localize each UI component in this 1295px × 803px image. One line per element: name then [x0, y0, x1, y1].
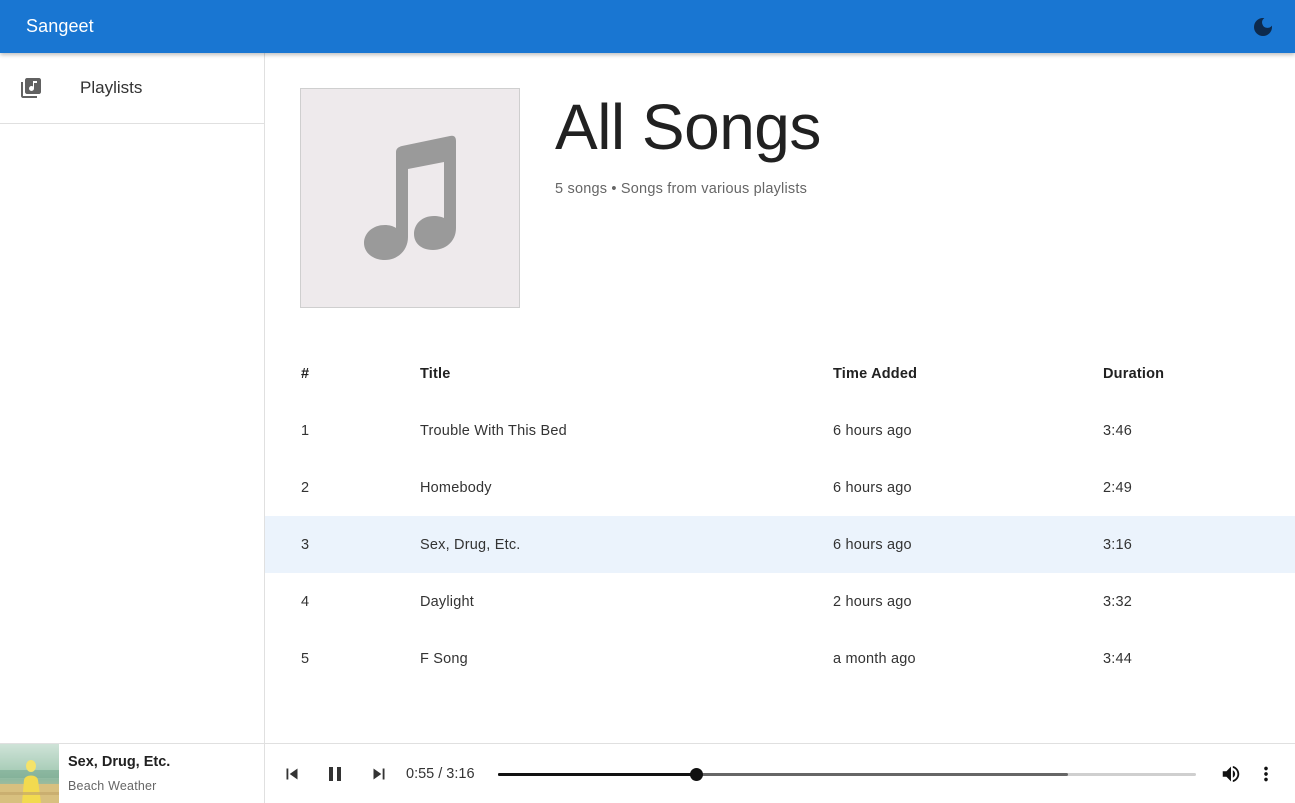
row-number: 2	[301, 479, 310, 496]
library-music-icon	[19, 76, 43, 100]
time-display: 0:55 / 3:16	[406, 766, 475, 782]
row-number: 4	[301, 593, 310, 610]
column-header-title: Title	[420, 365, 451, 382]
row-duration: 3:44	[1103, 650, 1133, 667]
row-number: 1	[301, 422, 310, 439]
music-note-icon	[364, 135, 456, 260]
sidebar-item-playlists[interactable]: Playlists	[0, 53, 264, 124]
row-title: Daylight	[420, 593, 474, 610]
album-art	[0, 744, 59, 803]
sidebar: Playlists	[0, 53, 265, 743]
volume-button[interactable]	[1218, 761, 1244, 787]
seek-thumb[interactable]	[690, 768, 704, 781]
volume-icon	[1222, 765, 1240, 783]
playlist-info: All Songs 5 songs • Songs from various p…	[555, 89, 821, 197]
row-duration: 3:16	[1103, 536, 1133, 553]
row-duration: 2:49	[1103, 479, 1133, 496]
row-title: Sex, Drug, Etc.	[420, 536, 521, 553]
row-title: Homebody	[420, 479, 492, 496]
main-content: All Songs 5 songs • Songs from various p…	[265, 53, 1295, 743]
table-row[interactable]: 5 F Song a month ago 3:44	[265, 630, 1295, 687]
app-bar: Sangeet	[0, 0, 1295, 53]
previous-button[interactable]	[279, 761, 305, 787]
row-duration: 3:32	[1103, 593, 1133, 610]
row-duration: 3:46	[1103, 422, 1133, 439]
playlist-header: All Songs 5 songs • Songs from various p…	[265, 53, 1295, 321]
page-title: All Songs	[555, 91, 821, 163]
row-number: 5	[301, 650, 310, 667]
playback-controls: 0:55 / 3:16	[265, 744, 1295, 803]
skip-next-icon	[373, 768, 385, 780]
app-root: Sangeet Playlists All Songs 5 songs • So…	[0, 0, 1295, 803]
row-time-added: 6 hours ago	[833, 422, 912, 439]
row-time-added: 6 hours ago	[833, 536, 912, 553]
table-header-row: # Title Time Added Duration	[265, 345, 1295, 402]
column-header-time-added: Time Added	[833, 365, 918, 382]
row-time-added: 2 hours ago	[833, 593, 912, 610]
songs-table: # Title Time Added Duration 1 Trouble Wi…	[265, 345, 1295, 687]
row-title: Trouble With This Bed	[420, 422, 567, 439]
track-info: Sex, Drug, Etc. Beach Weather	[68, 754, 170, 793]
more-options-button[interactable]	[1253, 761, 1279, 787]
row-title: F Song	[420, 650, 468, 667]
now-playing: Sex, Drug, Etc. Beach Weather	[0, 744, 265, 803]
row-time-added: a month ago	[833, 650, 916, 667]
pause-icon	[329, 767, 341, 781]
dark-mode-toggle-button[interactable]	[1243, 7, 1283, 47]
seek-progress	[498, 773, 697, 776]
column-header-number: #	[301, 365, 310, 382]
app-title: Sangeet	[26, 16, 94, 36]
playlist-subtitle: 5 songs • Songs from various playlists	[555, 181, 808, 197]
skip-previous-icon	[286, 768, 298, 780]
player-bar: Sex, Drug, Etc. Beach Weather 0:55 / 3:1…	[0, 743, 1295, 803]
moon-icon	[1254, 17, 1272, 36]
sidebar-item-label: Playlists	[80, 78, 143, 97]
table-row[interactable]: 4 Daylight 2 hours ago 3:32	[265, 573, 1295, 630]
row-number: 3	[301, 536, 310, 553]
seek-slider[interactable]	[498, 768, 1196, 781]
table-row-active[interactable]: 3 Sex, Drug, Etc. 6 hours ago 3:16	[265, 516, 1295, 573]
playlist-cover	[300, 88, 520, 308]
track-artist: Beach Weather	[68, 779, 157, 793]
table-row[interactable]: 1 Trouble With This Bed 6 hours ago 3:46	[265, 402, 1295, 459]
table-row[interactable]: 2 Homebody 6 hours ago 2:49	[265, 459, 1295, 516]
pause-button[interactable]	[322, 761, 348, 787]
next-button[interactable]	[366, 761, 392, 787]
column-header-duration: Duration	[1103, 365, 1165, 382]
more-vert-icon	[1264, 766, 1268, 782]
row-time-added: 6 hours ago	[833, 479, 912, 496]
track-title: Sex, Drug, Etc.	[68, 754, 171, 770]
